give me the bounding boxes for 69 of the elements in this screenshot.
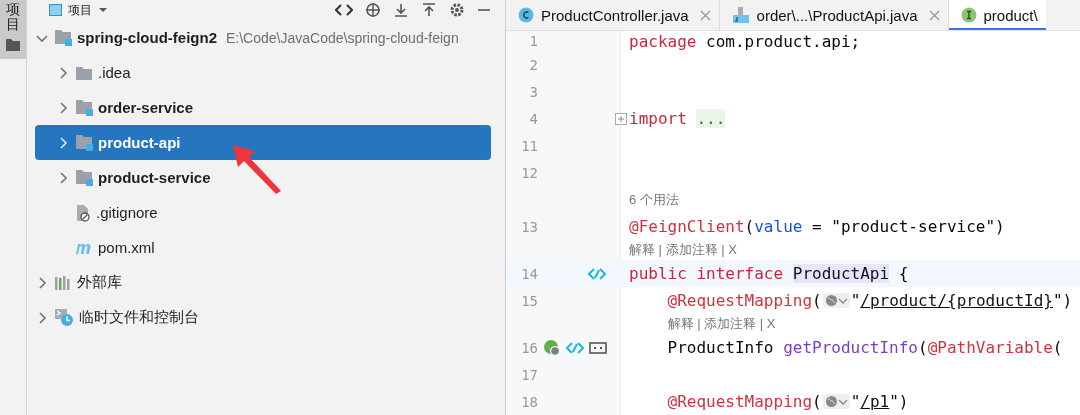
code-vision-hint[interactable]: 解释 | 添加注释 | X	[667, 315, 776, 333]
globe-icon	[824, 395, 838, 408]
settings-icon[interactable]	[449, 2, 465, 18]
scratch-console-icon	[54, 308, 74, 327]
line-number: 14	[520, 265, 538, 282]
line-number: 3	[528, 83, 538, 100]
line-number: 18	[520, 393, 538, 410]
link-icon[interactable]	[587, 266, 607, 281]
tree-item[interactable]: product-api	[35, 125, 491, 160]
line-number: 12	[520, 164, 538, 181]
code-brackets-icon[interactable]	[335, 3, 353, 17]
line-number: 2	[528, 56, 538, 73]
code-text: @RequestMapping(	[666, 392, 822, 411]
tree-item[interactable]: .gitignore	[35, 195, 491, 230]
tree-item[interactable]: product-service	[35, 160, 491, 195]
tree-item[interactable]: 临时文件和控制台	[35, 300, 491, 335]
endpoint-icon[interactable]	[589, 341, 607, 354]
code-text: "/p1")	[850, 392, 909, 411]
tree-item[interactable]: spring-cloud-feign2 E:\Code\JavaCode\spring-cloud-feign	[35, 20, 491, 55]
collapse-all-icon[interactable]	[421, 2, 437, 18]
close-icon[interactable]	[699, 9, 711, 21]
code-text: import ...	[629, 109, 726, 128]
expand-all-icon[interactable]	[393, 2, 409, 18]
code-text: package com.product.api;	[629, 31, 861, 51]
tree-item[interactable]: .idea	[35, 55, 491, 90]
fold-toggle-icon[interactable]	[615, 112, 627, 125]
code-text: @RequestMapping(	[666, 291, 822, 310]
line-number: 1	[528, 33, 538, 49]
inlay-hint[interactable]	[822, 293, 850, 308]
code-text: public interface ProductApi {	[629, 264, 909, 283]
interface-icon	[960, 7, 977, 23]
folder-icon	[75, 64, 93, 81]
code-vision-hint[interactable]: 解释 | 添加注释 | X	[629, 241, 737, 259]
project-path: E:\Code\JavaCode\spring-cloud-feign	[226, 29, 459, 46]
ignored-file-icon	[75, 203, 91, 222]
usages-hint[interactable]: 6 个用法	[629, 190, 679, 209]
tree-item[interactable]: order-service	[35, 90, 491, 125]
class-icon	[518, 7, 534, 23]
panel-title[interactable]: 项目	[68, 1, 92, 19]
line-number: 17	[520, 366, 538, 383]
library-icon	[54, 274, 72, 291]
line-number: 4	[528, 110, 538, 127]
dropdown-caret-icon	[837, 397, 848, 406]
line-number: 16	[520, 339, 538, 356]
editor-tab[interactable]: product\	[948, 0, 1046, 30]
dropdown-caret-icon[interactable]	[98, 6, 108, 14]
pointer-arrow	[231, 143, 283, 195]
code-text: "/product/{productId}")	[850, 291, 1073, 310]
inlay-hint[interactable]	[822, 394, 850, 409]
module-folder-icon	[75, 169, 93, 186]
tool-window-tab[interactable]: 项目	[0, 0, 26, 59]
code-text: ProductInfo getProductInfo(@PathVariable(	[666, 338, 1063, 357]
line-number: 13	[520, 218, 538, 235]
globe-icon	[824, 294, 838, 307]
java-file-icon	[731, 6, 750, 24]
close-icon[interactable]	[928, 9, 940, 21]
target-icon[interactable]	[365, 2, 381, 18]
dropdown-caret-icon	[837, 296, 848, 305]
module-folder-icon	[75, 99, 93, 116]
folder-icon	[6, 38, 20, 51]
code-text: @FeignClient(value = "product-service")	[629, 217, 1005, 236]
tree-item[interactable]: 外部库	[35, 265, 491, 300]
project-view-icon	[49, 4, 62, 16]
tree-item[interactable]: pom.xml	[35, 230, 491, 265]
line-number: 11	[520, 137, 538, 154]
module-folder-icon	[75, 134, 93, 151]
module-folder-icon	[54, 29, 72, 46]
line-number: 15	[520, 292, 538, 309]
globe-icon[interactable]	[543, 338, 561, 357]
